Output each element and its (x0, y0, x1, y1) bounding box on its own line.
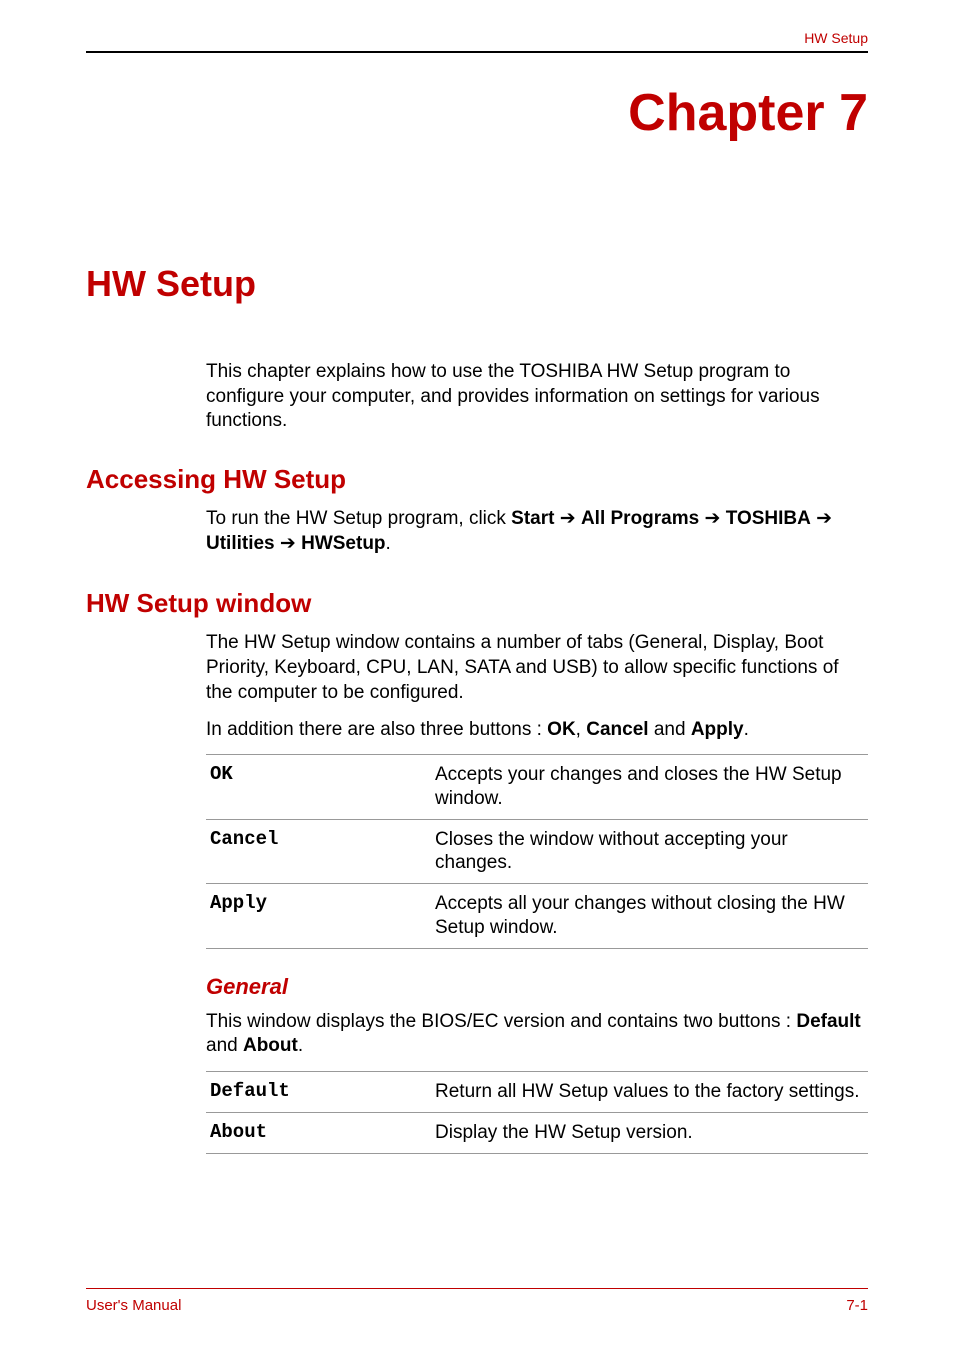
general-b1: Default (796, 1011, 860, 1032)
window-para2-period: . (744, 719, 749, 740)
footer-left: User's Manual (86, 1297, 181, 1314)
accessing-paragraph: To run the HW Setup program, click Start… (206, 507, 868, 556)
window-para2: In addition there are also three buttons… (206, 718, 868, 743)
arrow-icon: ➔ (699, 508, 725, 529)
window-para2-cancel: Cancel (586, 719, 648, 740)
general-para-prefix: This window displays the BIOS/EC version… (206, 1011, 796, 1032)
general-paragraph: This window displays the BIOS/EC version… (206, 1010, 868, 1059)
header-divider (86, 51, 868, 53)
general-and: and (206, 1035, 243, 1056)
window-para2-sep: , (576, 719, 587, 740)
table-row: OK Accepts your changes and closes the H… (206, 755, 868, 820)
page-footer: User's Manual 7-1 (86, 1288, 868, 1314)
window-para2-and: and (649, 719, 691, 740)
path-all-programs: All Programs (581, 508, 699, 529)
def-term-default: Default (206, 1072, 431, 1113)
window-para2-ok: OK (547, 719, 576, 740)
chapter-label: Chapter 7 (86, 83, 868, 143)
def-term-about: About (206, 1112, 431, 1153)
table-row: About Display the HW Setup version. (206, 1112, 868, 1153)
accessing-text-prefix: To run the HW Setup program, click (206, 508, 511, 529)
path-hwsetup: HWSetup (301, 533, 385, 554)
general-period: . (298, 1035, 303, 1056)
window-para1: The HW Setup window contains a number of… (206, 631, 868, 705)
footer-right-page-number: 7-1 (846, 1297, 868, 1314)
def-term-cancel: Cancel (206, 819, 431, 884)
window-para2-apply: Apply (691, 719, 744, 740)
arrow-icon: ➔ (275, 533, 301, 554)
footer-divider (86, 1288, 868, 1289)
buttons-definition-table: OK Accepts your changes and closes the H… (206, 754, 868, 949)
def-desc-cancel: Closes the window without accepting your… (431, 819, 868, 884)
general-heading: General (206, 974, 868, 1000)
def-term-apply: Apply (206, 884, 431, 949)
path-utilities: Utilities (206, 533, 275, 554)
running-head: HW Setup (86, 30, 868, 46)
def-term-ok: OK (206, 755, 431, 820)
chapter-title: HW Setup (86, 263, 868, 305)
table-row: Apply Accepts all your changes without c… (206, 884, 868, 949)
def-desc-ok: Accepts your changes and closes the HW S… (431, 755, 868, 820)
def-desc-default: Return all HW Setup values to the factor… (431, 1072, 868, 1113)
table-row: Default Return all HW Setup values to th… (206, 1072, 868, 1113)
path-start: Start (511, 508, 554, 529)
path-toshiba: TOSHIBA (726, 508, 811, 529)
hw-setup-window-heading: HW Setup window (86, 588, 868, 619)
window-para2-prefix: In addition there are also three buttons… (206, 719, 547, 740)
arrow-icon: ➔ (554, 508, 580, 529)
def-desc-apply: Accepts all your changes without closing… (431, 884, 868, 949)
table-row: Cancel Closes the window without accepti… (206, 819, 868, 884)
intro-paragraph: This chapter explains how to use the TOS… (206, 360, 868, 434)
general-b2: About (243, 1035, 298, 1056)
accessing-heading: Accessing HW Setup (86, 464, 868, 495)
general-definition-table: Default Return all HW Setup values to th… (206, 1071, 868, 1154)
def-desc-about: Display the HW Setup version. (431, 1112, 868, 1153)
arrow-icon: ➔ (811, 508, 832, 529)
accessing-period: . (386, 533, 391, 554)
